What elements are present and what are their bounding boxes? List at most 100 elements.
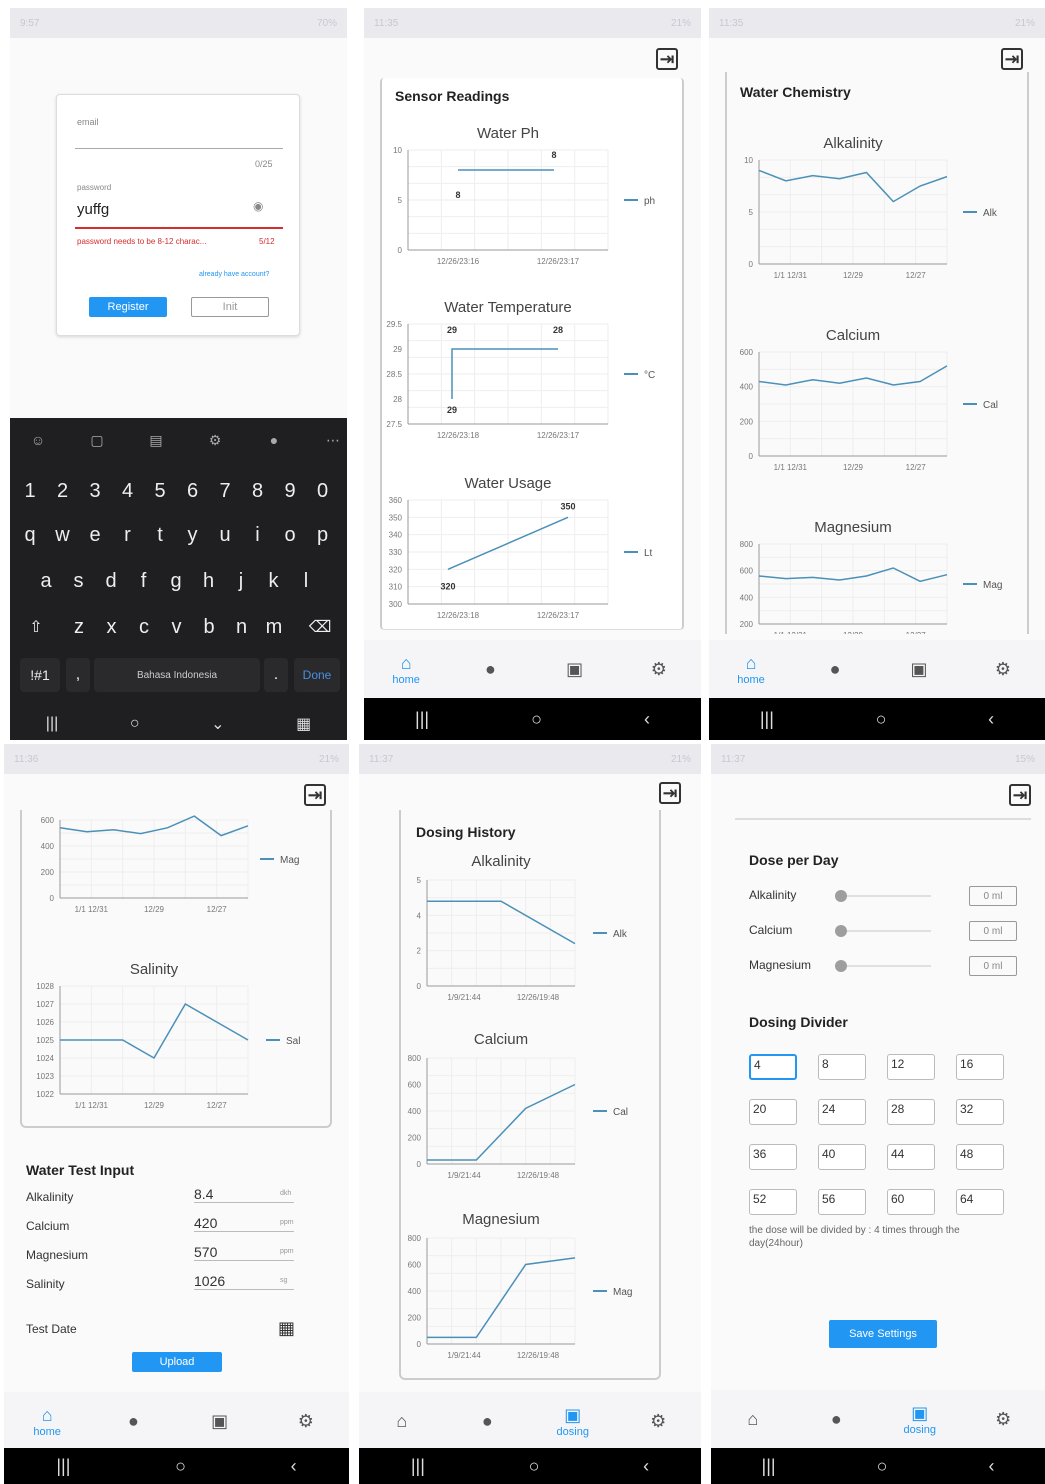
keyboard-switch-icon[interactable]: ▦ bbox=[296, 714, 311, 734]
dose-slider[interactable] bbox=[839, 895, 931, 897]
nav-home[interactable]: ⌂ bbox=[723, 1408, 783, 1430]
nav-dosing[interactable]: ▣ bbox=[545, 658, 605, 680]
key[interactable]: 8 bbox=[244, 474, 272, 508]
nav-settings[interactable]: ⚙ bbox=[629, 658, 689, 680]
key[interactable]: 6 bbox=[179, 474, 207, 508]
nav-lights[interactable]: ● bbox=[460, 658, 520, 680]
recents-icon[interactable]: ||| bbox=[415, 709, 429, 730]
key[interactable]: u bbox=[211, 518, 239, 552]
nav-dosing[interactable]: ▣ dosing bbox=[543, 1404, 603, 1439]
dose-value-box[interactable]: 0 ml bbox=[969, 886, 1017, 906]
key[interactable]: r bbox=[114, 518, 142, 552]
divider-option[interactable]: 48 bbox=[956, 1144, 1004, 1170]
nav-settings[interactable]: ⚙ bbox=[973, 658, 1033, 680]
key[interactable]: q bbox=[16, 518, 44, 552]
nav-settings[interactable]: ⚙ bbox=[628, 1410, 688, 1432]
field-input[interactable]: 1026 bbox=[194, 1273, 294, 1290]
divider-option[interactable]: 56 bbox=[818, 1189, 866, 1215]
field-input[interactable]: 8.4 bbox=[194, 1186, 294, 1203]
register-button[interactable]: Register bbox=[89, 297, 167, 317]
key[interactable]: e bbox=[81, 518, 109, 552]
key[interactable]: v bbox=[163, 610, 191, 644]
dose-slider[interactable] bbox=[839, 965, 931, 967]
upload-button[interactable]: Upload bbox=[132, 1352, 222, 1372]
keyboard-tool-icon[interactable]: ● bbox=[260, 426, 288, 454]
logout-icon[interactable]: ⇥ bbox=[1009, 784, 1031, 806]
logout-icon[interactable]: ⇥ bbox=[304, 784, 326, 806]
divider-option[interactable]: 8 bbox=[818, 1054, 866, 1080]
dose-value-box[interactable]: 0 ml bbox=[969, 921, 1017, 941]
divider-option[interactable]: 12 bbox=[887, 1054, 935, 1080]
save-settings-button[interactable]: Save Settings bbox=[829, 1320, 937, 1348]
key[interactable]: d bbox=[97, 564, 125, 598]
key[interactable]: 7 bbox=[211, 474, 239, 508]
nav-dosing[interactable]: ▣ dosing bbox=[890, 1402, 950, 1437]
recents-icon[interactable]: ||| bbox=[411, 1456, 425, 1477]
hide-keyboard-icon[interactable]: ⌄ bbox=[211, 714, 224, 734]
home-sys-icon[interactable]: ○ bbox=[876, 709, 887, 730]
key[interactable]: x bbox=[98, 610, 126, 644]
key[interactable]: t bbox=[146, 518, 174, 552]
nav-home[interactable]: ⌂ home bbox=[721, 652, 781, 687]
divider-option[interactable]: 28 bbox=[887, 1099, 935, 1125]
back-icon[interactable]: ‹ bbox=[988, 709, 994, 730]
slider-thumb[interactable] bbox=[835, 925, 847, 937]
key[interactable]: m bbox=[260, 610, 288, 644]
logout-icon[interactable]: ⇥ bbox=[659, 782, 681, 804]
keyboard-tool-icon[interactable]: ▤ bbox=[142, 426, 170, 454]
key[interactable]: 5 bbox=[146, 474, 174, 508]
back-icon[interactable]: ‹ bbox=[988, 1456, 994, 1477]
logout-icon[interactable]: ⇥ bbox=[656, 48, 678, 70]
divider-option[interactable]: 60 bbox=[887, 1189, 935, 1215]
nav-dosing[interactable]: ▣ bbox=[889, 658, 949, 680]
recents-icon[interactable]: ||| bbox=[46, 715, 58, 733]
divider-option[interactable]: 16 bbox=[956, 1054, 1004, 1080]
home-sys-icon[interactable]: ○ bbox=[877, 1456, 888, 1477]
calendar-icon[interactable]: ▦ bbox=[278, 1318, 295, 1339]
logout-icon[interactable]: ⇥ bbox=[1001, 48, 1023, 70]
key[interactable]: z bbox=[65, 610, 93, 644]
key[interactable]: f bbox=[130, 564, 158, 598]
key[interactable]: i bbox=[244, 518, 272, 552]
nav-settings[interactable]: ⚙ bbox=[973, 1408, 1033, 1430]
dose-slider[interactable] bbox=[839, 930, 931, 932]
already-account-link[interactable]: already have account? bbox=[199, 271, 269, 278]
home-sys-icon[interactable]: ○ bbox=[175, 1456, 186, 1477]
nav-lights[interactable]: ● bbox=[457, 1410, 517, 1432]
key[interactable]: c bbox=[130, 610, 158, 644]
nav-settings[interactable]: ⚙ bbox=[276, 1410, 336, 1432]
key[interactable]: n bbox=[228, 610, 256, 644]
recents-icon[interactable]: ||| bbox=[760, 709, 774, 730]
recents-icon[interactable]: ||| bbox=[762, 1456, 776, 1477]
key[interactable]: 0 bbox=[309, 474, 337, 508]
divider-option[interactable]: 64 bbox=[956, 1189, 1004, 1215]
key[interactable]: w bbox=[49, 518, 77, 552]
nav-home[interactable]: ⌂ home bbox=[376, 652, 436, 687]
key[interactable]: 9 bbox=[276, 474, 304, 508]
key[interactable]: o bbox=[276, 518, 304, 552]
key[interactable]: 2 bbox=[49, 474, 77, 508]
key[interactable]: s bbox=[65, 564, 93, 598]
key[interactable]: g bbox=[162, 564, 190, 598]
divider-option[interactable]: 24 bbox=[818, 1099, 866, 1125]
comma-key[interactable]: , bbox=[66, 658, 90, 692]
space-key[interactable]: Bahasa Indonesia bbox=[94, 658, 260, 692]
home-sys-icon[interactable]: ○ bbox=[529, 1456, 540, 1477]
key[interactable]: 3 bbox=[81, 474, 109, 508]
back-icon[interactable]: ‹ bbox=[291, 1456, 297, 1477]
key[interactable]: y bbox=[179, 518, 207, 552]
divider-option[interactable]: 20 bbox=[749, 1099, 797, 1125]
backspace-key[interactable]: ⌫ bbox=[306, 610, 334, 644]
key[interactable]: j bbox=[227, 564, 255, 598]
key[interactable]: 4 bbox=[114, 474, 142, 508]
recents-icon[interactable]: ||| bbox=[56, 1456, 70, 1477]
keyboard-tool-icon[interactable]: ⚙ bbox=[201, 426, 229, 454]
slider-thumb[interactable] bbox=[835, 890, 847, 902]
key[interactable]: k bbox=[260, 564, 288, 598]
nav-lights[interactable]: ● bbox=[806, 1408, 866, 1430]
keyboard-tool-icon[interactable]: ▢ bbox=[83, 426, 111, 454]
period-key[interactable]: . bbox=[264, 658, 288, 692]
secondary-button[interactable]: Init bbox=[191, 297, 269, 317]
divider-option[interactable]: 44 bbox=[887, 1144, 935, 1170]
shift-key[interactable]: ⇧ bbox=[22, 610, 50, 644]
